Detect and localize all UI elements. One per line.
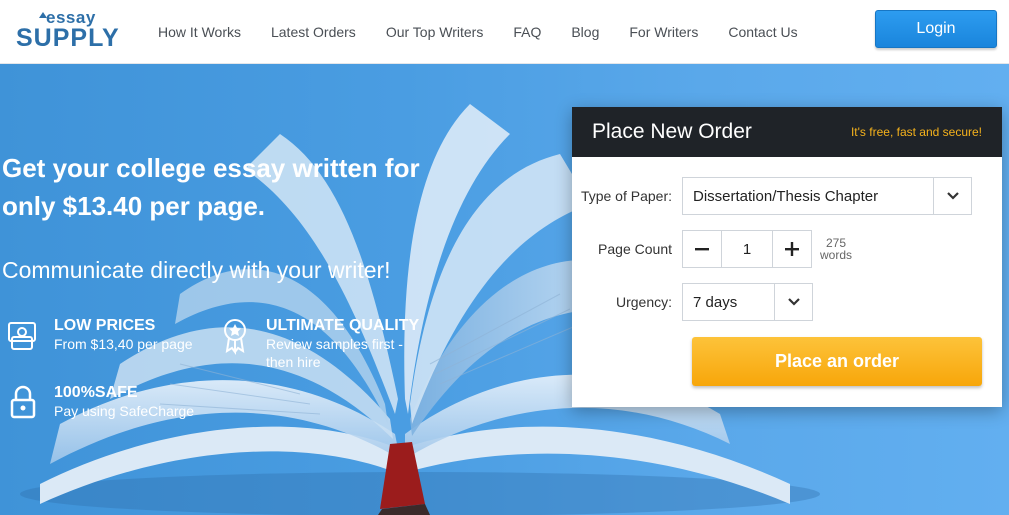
chevron-down-icon[interactable] xyxy=(933,178,971,214)
logo-text-bottom: SUPPLY xyxy=(16,24,120,52)
page-count-label: Page Count xyxy=(598,241,672,257)
lock-icon xyxy=(10,385,36,419)
place-order-button[interactable]: Place an order xyxy=(692,337,982,386)
plus-icon[interactable] xyxy=(773,231,811,267)
page-count-stepper: 1 xyxy=(682,230,812,268)
paper-type-select[interactable]: Dissertation/Thesis Chapter xyxy=(682,177,972,215)
nav-latest-orders[interactable]: Latest Orders xyxy=(256,24,371,40)
paper-type-value: Dissertation/Thesis Chapter xyxy=(693,187,879,205)
minus-icon[interactable] xyxy=(683,231,721,267)
login-button[interactable]: Login xyxy=(875,10,997,48)
feature-ultimate-quality: ULTIMATE QUALITY Review samples first - … xyxy=(218,317,438,371)
feature-low-prices: LOW PRICES From $13,40 per page xyxy=(6,317,193,355)
paper-type-row: Type of Paper: Dissertation/Thesis Chapt… xyxy=(572,177,972,215)
nav-faq[interactable]: FAQ xyxy=(498,24,556,40)
feature-desc: Pay using SafeCharge xyxy=(54,403,195,419)
hero-subline: Communicate directly with your writer! xyxy=(2,257,391,283)
nav-blog[interactable]: Blog xyxy=(556,24,614,40)
essay-supply-logo[interactable]: essay SUPPLY xyxy=(14,8,132,54)
feature-safe: 100%SAFE Pay using SafeCharge xyxy=(6,384,194,422)
nav-how-it-works[interactable]: How It Works xyxy=(143,24,256,40)
feature-desc: From $13,40 per page xyxy=(54,336,193,352)
panel-title: Place New Order xyxy=(592,120,752,143)
urgency-row: Urgency: 7 days xyxy=(572,283,813,321)
paper-type-label: Type of Paper: xyxy=(580,188,672,204)
hero-headline: Get your college essay written for only … xyxy=(2,153,420,221)
feature-title: LOW PRICES xyxy=(54,317,156,334)
panel-tagline: It's free, fast and secure! xyxy=(850,125,982,139)
urgency-value: 7 days xyxy=(693,293,738,311)
page-count-row: Page Count 1 275 words xyxy=(572,230,852,268)
word-count-label: words xyxy=(820,248,853,262)
page-count-input[interactable]: 1 xyxy=(721,231,773,267)
feature-desc: Review samples first - then hire xyxy=(266,336,403,370)
panel-header: Place New Order It's free, fast and secu… xyxy=(572,107,1002,157)
feature-title: ULTIMATE QUALITY xyxy=(266,317,420,334)
award-badge-icon xyxy=(224,319,246,355)
feature-title: 100%SAFE xyxy=(54,384,138,401)
site-header: essay SUPPLY How It Works Latest Orders … xyxy=(0,0,1009,64)
nav-for-writers[interactable]: For Writers xyxy=(614,24,713,40)
urgency-label: Urgency: xyxy=(615,294,672,310)
word-count: 275 words xyxy=(820,237,852,261)
main-nav: How It Works Latest Orders Our Top Write… xyxy=(143,0,813,64)
nav-top-writers[interactable]: Our Top Writers xyxy=(371,24,499,40)
urgency-select[interactable]: 7 days xyxy=(682,283,813,321)
place-order-panel: Place New Order It's free, fast and secu… xyxy=(572,107,1002,407)
money-icon xyxy=(8,322,36,350)
nav-contact-us[interactable]: Contact Us xyxy=(713,24,812,40)
chevron-down-icon[interactable] xyxy=(774,284,812,320)
